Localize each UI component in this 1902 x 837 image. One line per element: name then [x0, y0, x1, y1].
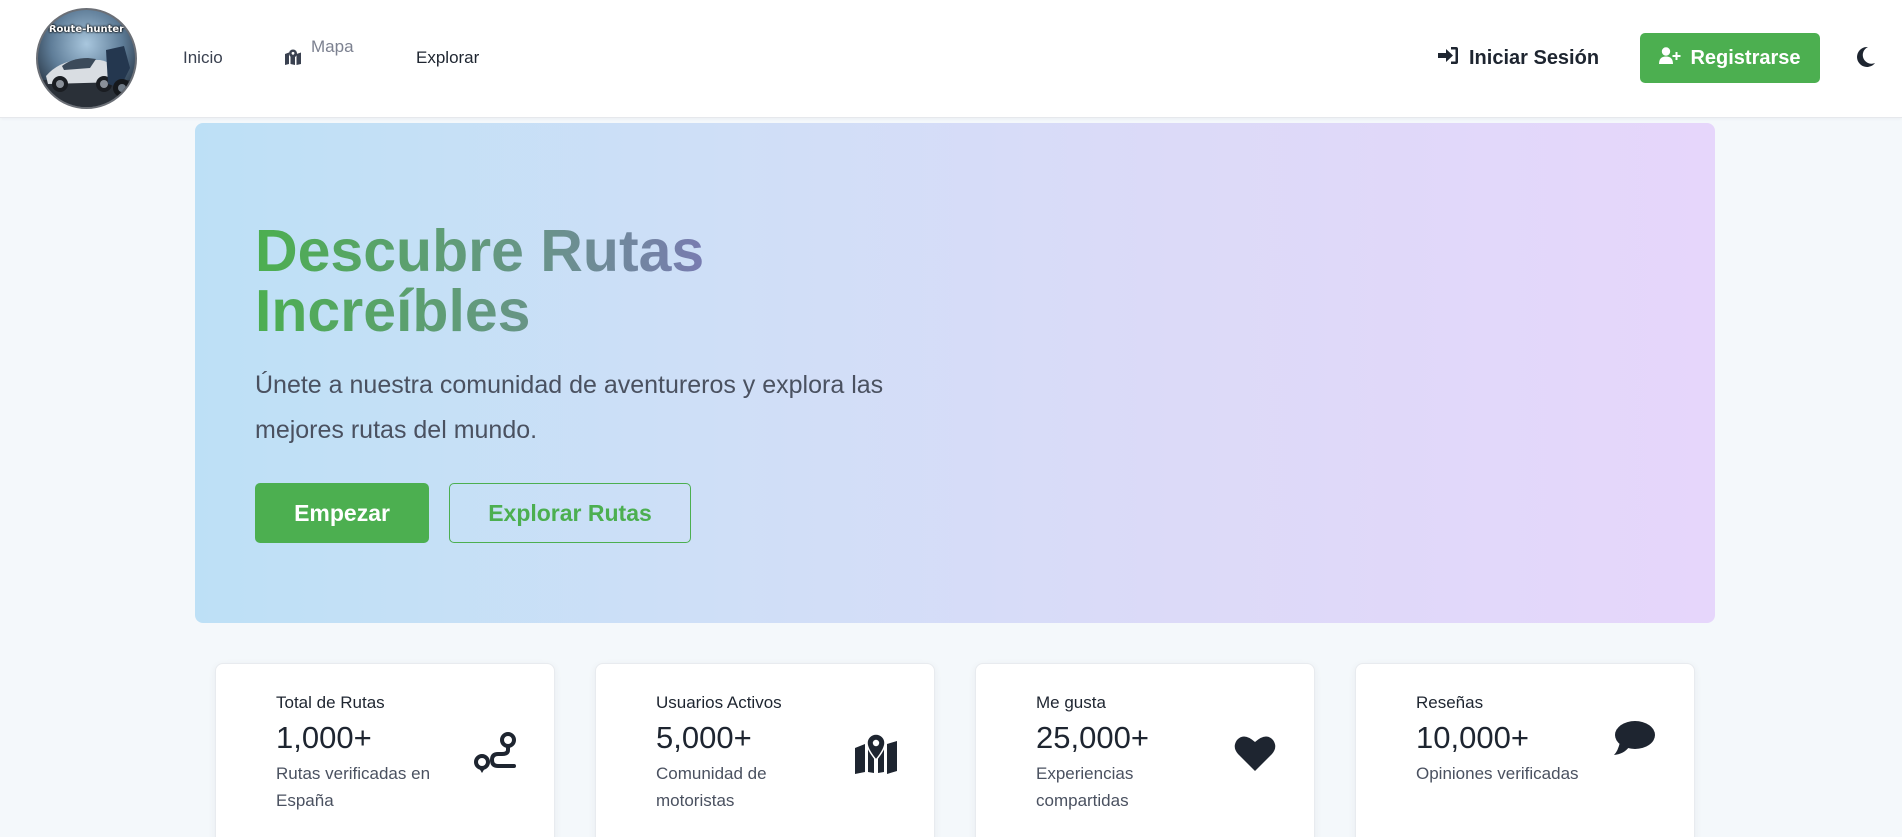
top-navbar: Route-hunter Inicio Mapa Explorar Inicia… [0, 0, 1902, 118]
nav-link-explorar[interactable]: Explorar [416, 48, 479, 68]
stat-value: 1,000+ [276, 720, 372, 755]
stat-card-likes: Me gusta 25,000+ Experiencias compartida… [975, 663, 1315, 837]
explore-routes-button[interactable]: Explorar Rutas [449, 483, 691, 543]
stat-card-reviews: Reseñas 10,000+ Opiniones verificadas [1355, 663, 1695, 837]
site-logo[interactable]: Route-hunter [36, 8, 137, 109]
logo-text: Route-hunter [48, 24, 125, 35]
route-icon [474, 732, 518, 779]
heart-icon [1234, 734, 1276, 777]
stat-card-routes: Total de Rutas 1,000+ Rutas verificadas … [215, 663, 555, 837]
stat-description: Rutas verificadas en España [276, 764, 431, 810]
stat-label: Total de Rutas [276, 693, 385, 712]
register-button[interactable]: Registrarse [1640, 33, 1820, 83]
stat-value: 25,000+ [1036, 720, 1149, 755]
login-label: Iniciar Sesión [1469, 46, 1600, 69]
hero-banner: Descubre Rutas Increíbles Únete a nuestr… [195, 123, 1715, 623]
register-label: Registrarse [1690, 46, 1801, 69]
stat-card-users: Usuarios Activos 5,000+ Comunidad de mot… [595, 663, 935, 837]
comment-icon [1614, 720, 1656, 761]
sign-in-icon [1438, 46, 1459, 71]
stat-label: Usuarios Activos [656, 693, 782, 712]
nav-link-mapa[interactable]: Mapa [311, 37, 354, 57]
stat-label: Me gusta [1036, 693, 1106, 712]
hero-subtitle: Únete a nuestra comunidad de aventureros… [255, 371, 884, 444]
map-location-icon[interactable] [284, 49, 302, 70]
login-button[interactable]: Iniciar Sesión [1438, 45, 1599, 71]
stat-description: Comunidad de motoristas [656, 764, 767, 810]
stat-value: 10,000+ [1416, 720, 1529, 755]
hero-title: Descubre Rutas Increíbles [255, 221, 895, 341]
stat-label: Reseñas [1416, 693, 1484, 712]
map-location-icon [854, 733, 898, 779]
stat-description: Experiencias compartidas [1036, 764, 1134, 810]
moon-icon[interactable] [1856, 46, 1876, 73]
start-button[interactable]: Empezar [255, 483, 429, 543]
stat-description: Opiniones verificadas [1416, 764, 1579, 783]
stat-value: 5,000+ [656, 720, 752, 755]
user-plus-icon [1659, 46, 1681, 70]
nav-link-inicio[interactable]: Inicio [183, 48, 223, 68]
